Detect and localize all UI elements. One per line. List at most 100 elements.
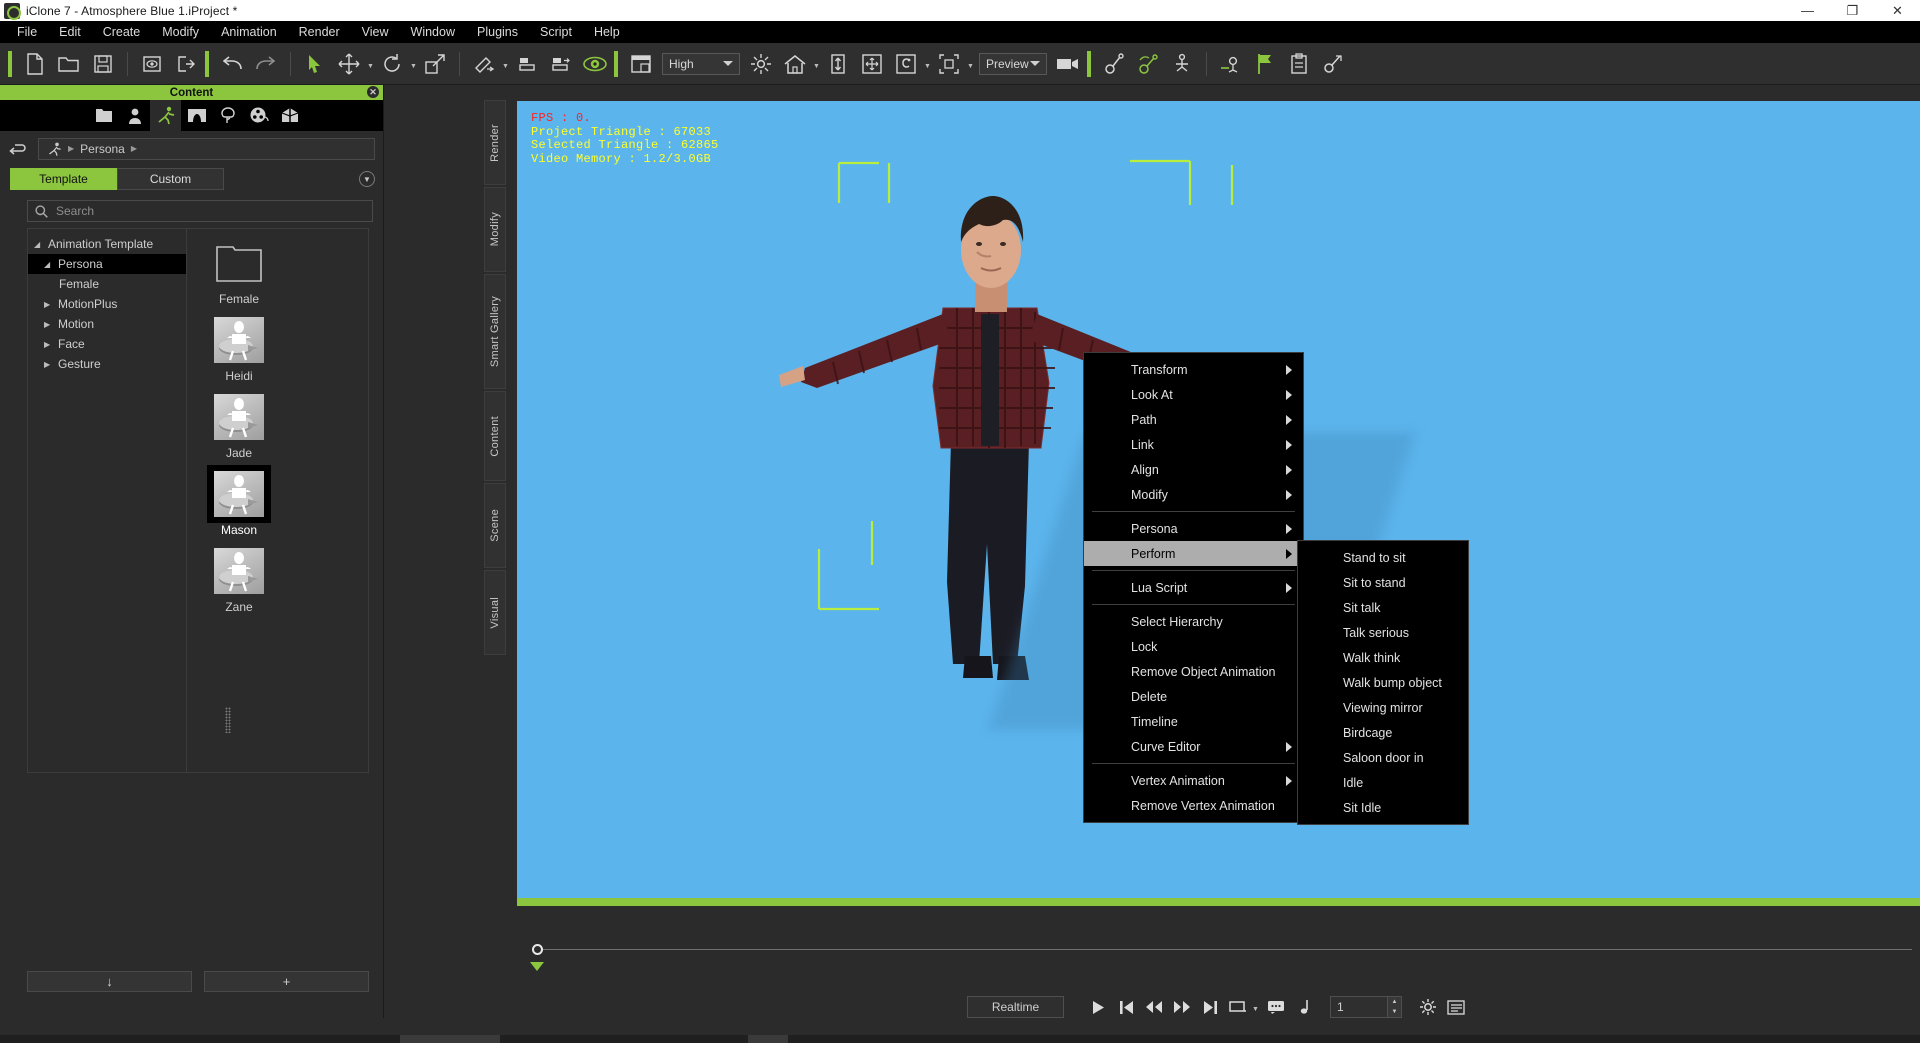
load-scene-icon[interactable] [137,49,167,79]
camera-icon[interactable] [1053,49,1083,79]
context-item-perform[interactable]: Perform [1084,541,1303,566]
move-all-icon[interactable] [857,49,887,79]
tree-node-motion[interactable]: ▶ Motion [28,314,186,334]
timeline-track[interactable] [517,906,1920,971]
range-dropdown-icon[interactable]: ▼ [1252,994,1262,1020]
preview-mode-dropdown[interactable]: Preview [979,52,1047,75]
menu-window[interactable]: Window [400,22,466,42]
context-item-modify[interactable]: Modify [1084,482,1303,507]
align-bottom-icon[interactable] [512,49,542,79]
menu-view[interactable]: View [351,22,400,42]
content-tab-package[interactable] [274,100,305,131]
color-picker-icon[interactable] [891,49,921,79]
dock-tab-scene[interactable]: Scene [484,483,506,568]
menu-modify[interactable]: Modify [151,22,210,42]
perform-item-walk-think[interactable]: Walk think [1298,645,1468,670]
add-button[interactable]: + [204,971,369,992]
minimize-button[interactable]: — [1785,0,1830,21]
perform-item-walk-bump-object[interactable]: Walk bump object [1298,670,1468,695]
collapse-triangle-icon-2[interactable]: ▶ [44,320,53,329]
tree-node-animation-template[interactable]: ◢ Animation Template [28,234,186,254]
new-project-icon[interactable] [20,49,50,79]
dock-tab-smart-gallery[interactable]: Smart Gallery [484,274,506,389]
frame-increment-icon[interactable]: ▲ [1388,997,1401,1007]
rotate-tool-dropdown-icon[interactable]: ▼ [409,49,418,79]
link-tool-icon[interactable] [1318,49,1348,79]
menu-edit[interactable]: Edit [48,22,92,42]
expand-triangle-icon[interactable]: ◢ [34,240,43,249]
settings-button[interactable] [1414,994,1442,1020]
tab-template[interactable]: Template [10,168,117,190]
align-distribute-icon[interactable] [546,49,576,79]
home-icon[interactable] [780,49,810,79]
menu-animation[interactable]: Animation [210,22,288,42]
collapse-triangle-icon-3[interactable]: ▶ [44,340,53,349]
playhead-handle[interactable] [532,944,543,955]
chevron-down-icon-panel[interactable]: ▼ [359,171,375,187]
comment-button[interactable] [1262,994,1290,1020]
context-item-delete[interactable]: Delete [1084,684,1303,709]
perform-item-talk-serious[interactable]: Talk serious [1298,620,1468,645]
menu-help[interactable]: Help [583,22,631,42]
content-tab-stage[interactable] [181,100,212,131]
dock-tab-render[interactable]: Render [484,100,506,185]
export-icon[interactable] [171,49,201,79]
content-tab-animation[interactable] [150,100,181,131]
frame-decrement-icon[interactable]: ▼ [1388,1007,1401,1017]
context-item-look-at[interactable]: Look At [1084,382,1303,407]
play-button[interactable] [1084,994,1112,1020]
context-item-vertex-animation[interactable]: Vertex Animation [1084,768,1303,793]
context-item-curve-editor[interactable]: Curve Editor [1084,734,1303,759]
frame-stepper[interactable]: ▲ ▼ [1387,997,1401,1017]
tree-node-motionplus[interactable]: ▶ MotionPlus [28,294,186,314]
bounding-box-icon[interactable] [934,49,964,79]
range-button[interactable] [1224,994,1252,1020]
content-tab-folder[interactable] [88,100,119,131]
bounding-box-dropdown-icon[interactable]: ▼ [966,49,975,79]
menu-plugins[interactable]: Plugins [466,22,529,42]
perform-item-birdcage[interactable]: Birdcage [1298,720,1468,745]
context-item-remove-object-animation[interactable]: Remove Object Animation [1084,659,1303,684]
thumbnail-item-mason[interactable]: Mason [207,465,271,537]
undo-icon[interactable] [217,49,247,79]
audio-button[interactable] [1290,994,1318,1020]
context-item-align[interactable]: Align [1084,457,1303,482]
collapse-triangle-icon[interactable]: ▶ [44,300,53,309]
flag-icon[interactable] [1250,49,1280,79]
content-tab-actor[interactable] [119,100,150,131]
context-item-remove-vertex-animation[interactable]: Remove Vertex Animation [1084,793,1303,818]
context-item-timeline[interactable]: Timeline [1084,709,1303,734]
spring-icon[interactable] [1099,49,1129,79]
open-project-icon[interactable] [54,49,84,79]
physics-icon[interactable] [1133,49,1163,79]
select-tool-icon[interactable] [300,49,330,79]
breadcrumb[interactable]: ▶ Persona ▶ [38,137,375,160]
save-project-icon[interactable] [88,49,118,79]
maximize-button[interactable]: ❐ [1830,0,1875,21]
breadcrumb-sep-icon-2[interactable]: ▶ [131,144,137,153]
context-item-link[interactable]: Link [1084,432,1303,457]
go-to-start-button[interactable] [1112,994,1140,1020]
context-item-lock[interactable]: Lock [1084,634,1303,659]
redo-icon[interactable] [251,49,281,79]
rotate-tool-icon[interactable] [377,49,407,79]
context-item-path[interactable]: Path [1084,407,1303,432]
thumbnail-item-jade[interactable]: Jade [207,391,271,460]
close-button[interactable]: ✕ [1875,0,1920,21]
thumbnail-item-zane[interactable]: Zane [207,545,271,614]
tree-node-persona[interactable]: ◢ Persona [28,254,186,274]
perform-item-sit-idle[interactable]: Sit Idle [1298,795,1468,820]
search-input[interactable]: Search [27,200,373,222]
vertical-fit-icon[interactable] [823,49,853,79]
kinematics-icon[interactable] [1167,49,1197,79]
panel-drag-handle[interactable] [225,707,231,733]
light-icon[interactable] [746,49,776,79]
context-item-select-hierarchy[interactable]: Select Hierarchy [1084,609,1303,634]
dock-tab-modify[interactable]: Modify [484,187,506,272]
step-back-button[interactable] [1140,994,1168,1020]
perform-item-sit-talk[interactable]: Sit talk [1298,595,1468,620]
dock-tab-content[interactable]: Content [484,391,506,481]
perform-item-viewing-mirror[interactable]: Viewing mirror [1298,695,1468,720]
material-dropdown-icon[interactable]: ▼ [501,49,510,79]
clipboard-icon[interactable] [1284,49,1314,79]
